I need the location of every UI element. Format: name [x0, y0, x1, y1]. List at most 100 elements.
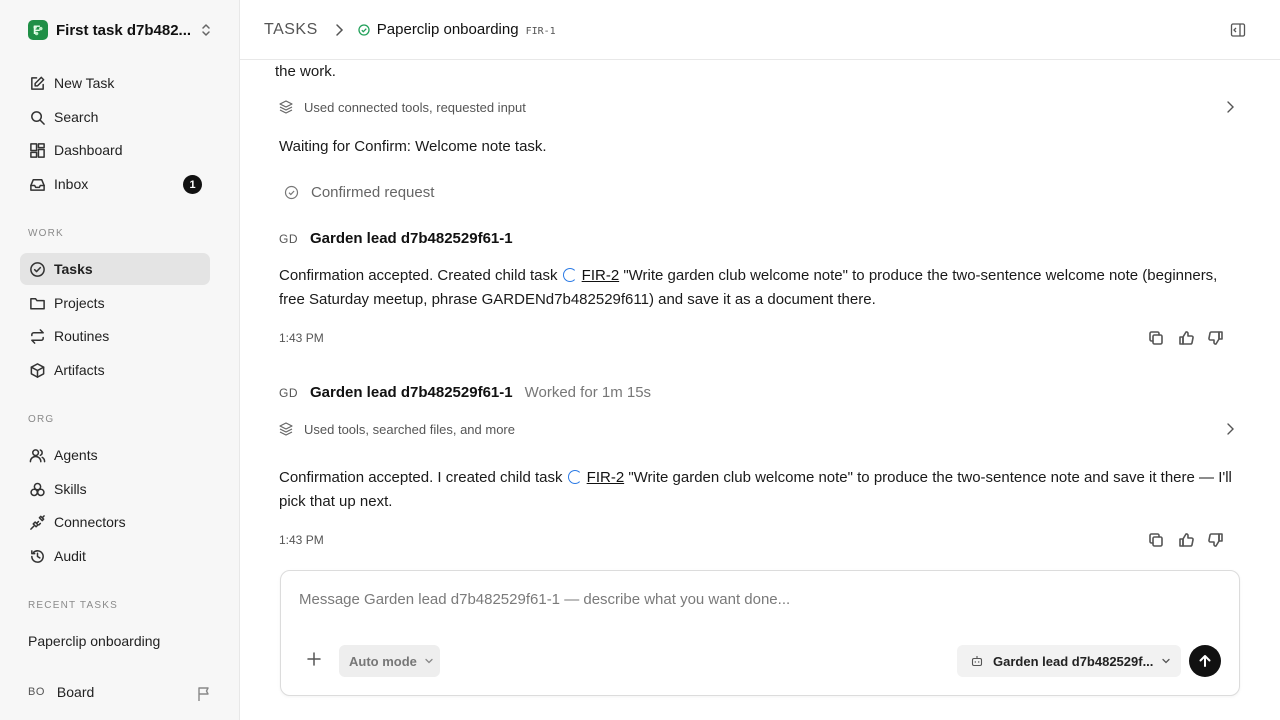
workspace-name: First task d7b482...: [56, 21, 192, 39]
check-circle-icon: [284, 185, 299, 200]
recent-task-item[interactable]: Paperclip onboarding: [28, 633, 160, 649]
skills-icon: [28, 480, 46, 498]
nav-new-task-label: New Task: [54, 75, 115, 91]
section-org-label: ORG: [28, 414, 55, 425]
chevron-right-icon: [336, 23, 343, 36]
confirmed-request: Confirmed request: [284, 184, 434, 201]
nav-dashboard[interactable]: Dashboard: [20, 134, 210, 166]
author-name: Garden lead d7b482529f61-1: [310, 230, 513, 247]
waiting-status: Waiting for Confirm: Welcome note task.: [279, 138, 547, 155]
tool-summary-row[interactable]: Used connected tools, requested input: [278, 95, 1236, 119]
nav-projects-label: Projects: [54, 295, 105, 311]
plus-icon[interactable]: [306, 651, 322, 667]
in-progress-icon: [567, 470, 582, 484]
author-name: Garden lead d7b482529f61-1: [310, 384, 513, 401]
layers-icon: [279, 422, 293, 436]
copy-icon[interactable]: [1148, 532, 1164, 548]
box-icon: [28, 361, 46, 379]
edit-icon: [28, 74, 46, 92]
nav-agents[interactable]: Agents: [20, 439, 210, 471]
worked-duration: Worked for 1m 15s: [524, 384, 652, 401]
nav-new-task[interactable]: New Task: [20, 67, 210, 99]
nav-skills[interactable]: Skills: [20, 473, 210, 505]
flag-icon[interactable]: [196, 686, 212, 702]
nav-audit-label: Audit: [54, 548, 86, 564]
user-menu[interactable]: BO Board: [28, 684, 94, 700]
bot-icon: [971, 656, 983, 667]
page-title: Paperclip onboarding: [376, 21, 519, 38]
nav-search-label: Search: [54, 109, 99, 125]
task-id: FIR-1: [525, 25, 556, 37]
message-input[interactable]: [299, 591, 1199, 608]
users-icon: [28, 446, 46, 464]
repeat-icon: [28, 327, 46, 345]
chevron-down-icon: [425, 658, 433, 664]
chevron-up-down-icon: [202, 24, 210, 36]
nav-inbox[interactable]: Inbox 1: [20, 168, 210, 200]
copy-icon[interactable]: [1148, 330, 1164, 346]
arrow-up-icon: [1199, 655, 1211, 667]
mode-label: Auto mode: [349, 653, 417, 669]
plug-icon: [28, 513, 46, 531]
nav-connectors-label: Connectors: [54, 514, 126, 530]
message-author: GD Garden lead d7b482529f61-1: [279, 230, 513, 247]
message-text: Confirmation accepted. Created child tas…: [279, 267, 562, 284]
nav-artifacts-label: Artifacts: [54, 362, 105, 378]
confirmed-label: Confirmed request: [311, 184, 435, 201]
panel-toggle-icon[interactable]: [1230, 22, 1246, 38]
workspace-switcher[interactable]: F First task d7b482...: [28, 18, 214, 42]
message-timestamp: 1:43 PM: [279, 533, 324, 547]
message-text: Confirmation accepted. I created child t…: [279, 469, 567, 486]
task-link[interactable]: FIR-2: [587, 469, 625, 486]
agent-select[interactable]: Garden lead d7b482529f...: [957, 645, 1181, 677]
thumbs-up-icon[interactable]: [1178, 532, 1194, 548]
nav-dashboard-label: Dashboard: [54, 142, 123, 158]
nav-agents-label: Agents: [54, 447, 98, 463]
tool-summary-text: Used connected tools, requested input: [304, 99, 526, 115]
message-actions: [1148, 330, 1224, 346]
inbox-icon: [28, 175, 46, 193]
thumbs-down-icon[interactable]: [1208, 330, 1224, 346]
section-recent-label: RECENT TASKS: [28, 600, 118, 611]
nav-artifacts[interactable]: Artifacts: [20, 354, 210, 386]
avatar: GD: [279, 231, 298, 246]
breadcrumb-tasks[interactable]: TASKS: [264, 21, 318, 39]
user-name: Board: [56, 684, 95, 700]
nav-projects[interactable]: Projects: [20, 287, 210, 319]
message-body: Confirmation accepted. Created child tas…: [279, 264, 1239, 312]
nav-routines[interactable]: Routines: [20, 320, 210, 352]
agent-select-label: Garden lead d7b482529f...: [993, 653, 1154, 669]
search-icon: [28, 108, 46, 126]
chevron-right-icon: [1227, 101, 1234, 113]
send-button[interactable]: [1189, 645, 1221, 677]
folder-icon: [28, 294, 46, 312]
history-icon: [28, 547, 46, 565]
message-body: Confirmation accepted. I created child t…: [279, 466, 1239, 514]
nav-tasks-label: Tasks: [54, 261, 93, 277]
check-circle-icon: [28, 260, 46, 278]
mode-select[interactable]: Auto mode: [339, 645, 440, 677]
thumbs-down-icon[interactable]: [1208, 532, 1224, 548]
nav-inbox-label: Inbox: [54, 176, 89, 192]
chevron-down-icon: [1162, 658, 1170, 664]
page-header: TASKS Paperclip onboarding FIR-1: [240, 0, 1280, 60]
tool-summary-row[interactable]: Used tools, searched files, and more: [278, 417, 1236, 441]
section-work-label: WORK: [28, 228, 64, 239]
thumbs-up-icon[interactable]: [1178, 330, 1194, 346]
avatar: GD: [279, 385, 298, 400]
message-composer: Auto mode Garden lead d7b482529f...: [280, 570, 1240, 696]
avatar: BO: [28, 686, 45, 698]
workspace-logo: F: [28, 20, 48, 40]
tool-summary-text: Used tools, searched files, and more: [304, 421, 515, 437]
nav-routines-label: Routines: [54, 328, 110, 344]
nav-audit[interactable]: Audit: [20, 540, 210, 572]
nav-connectors[interactable]: Connectors: [20, 506, 210, 538]
nav-tasks[interactable]: Tasks: [20, 253, 210, 285]
chevron-right-icon: [1227, 423, 1234, 435]
layers-icon: [279, 100, 293, 114]
task-link[interactable]: FIR-2: [582, 267, 620, 284]
message-actions: [1148, 532, 1224, 548]
message-timestamp: 1:43 PM: [279, 331, 324, 345]
nav-search[interactable]: Search: [20, 101, 210, 133]
status-done-icon: [358, 23, 370, 36]
